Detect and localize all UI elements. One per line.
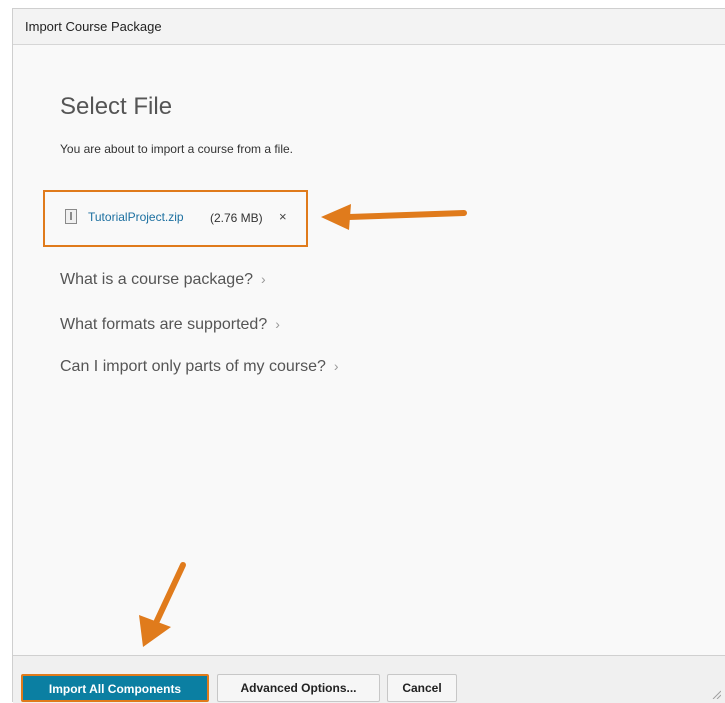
- chevron-right-icon: ›: [333, 358, 339, 374]
- chevron-right-icon: ›: [261, 271, 266, 287]
- faq-label: What is a course package?: [60, 271, 253, 288]
- remove-file-icon[interactable]: ×: [279, 209, 287, 224]
- cancel-button[interactable]: Cancel: [387, 674, 457, 702]
- faq-supported-formats[interactable]: What formats are supported? ›: [60, 316, 280, 334]
- chevron-right-icon: ›: [275, 316, 280, 332]
- file-size-label: (2.76 MB): [210, 211, 263, 225]
- dialog-footer: Import All Components Advanced Options..…: [13, 655, 725, 703]
- file-name-link[interactable]: TutorialProject.zip: [88, 210, 184, 224]
- zip-file-icon: [65, 209, 77, 224]
- resize-grip-icon[interactable]: [711, 689, 721, 699]
- selected-file-highlight: TutorialProject.zip (2.76 MB) ×: [43, 190, 308, 247]
- faq-import-parts[interactable]: Can I import only parts of my course? ›: [60, 358, 339, 376]
- import-all-components-button[interactable]: Import All Components: [21, 674, 209, 702]
- import-course-dialog: Import Course Package Select File You ar…: [12, 8, 725, 703]
- faq-label: What formats are supported?: [60, 316, 268, 333]
- page-title: Select File: [60, 93, 173, 120]
- dialog-titlebar: Import Course Package: [13, 9, 725, 45]
- faq-course-package[interactable]: What is a course package? ›: [60, 271, 266, 289]
- orange-arrow-icon: [139, 562, 186, 647]
- orange-arrow-icon: [321, 204, 467, 230]
- advanced-options-button[interactable]: Advanced Options...: [217, 674, 380, 702]
- dialog-title: Import Course Package: [25, 19, 162, 34]
- description-text: You are about to import a course from a …: [60, 142, 294, 156]
- faq-label: Can I import only parts of my course?: [60, 358, 326, 375]
